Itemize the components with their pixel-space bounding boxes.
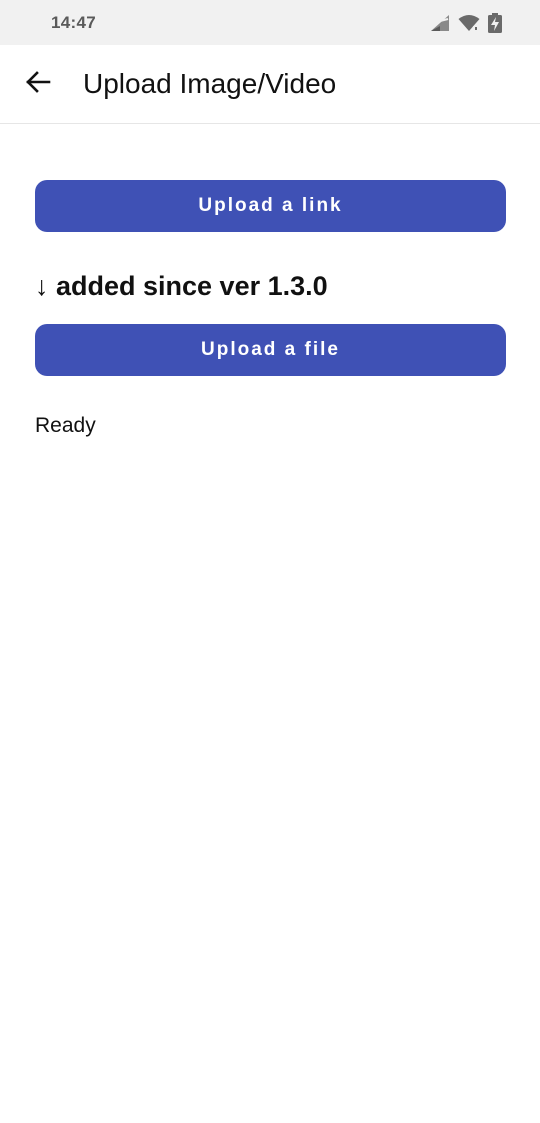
status-time: 14:47 (51, 13, 96, 32)
battery-charging-icon (488, 13, 502, 33)
arrow-left-icon (25, 70, 51, 98)
app-bar: Upload Image/Video (0, 45, 540, 124)
back-button[interactable] (18, 64, 58, 104)
main-content: Upload a link ↓ added since ver 1.3.0 Up… (35, 180, 506, 440)
status-text: Ready (35, 414, 96, 437)
status-bar: 14:47 (0, 0, 540, 45)
wifi-icon (458, 14, 480, 32)
status-icons (430, 12, 502, 34)
page-title: Upload Image/Video (83, 68, 337, 99)
upload-link-button[interactable]: Upload a link (35, 180, 506, 232)
signal-icon (430, 14, 450, 32)
version-notice: ↓ added since ver 1.3.0 (35, 271, 328, 301)
upload-file-button[interactable]: Upload a file (35, 324, 506, 376)
